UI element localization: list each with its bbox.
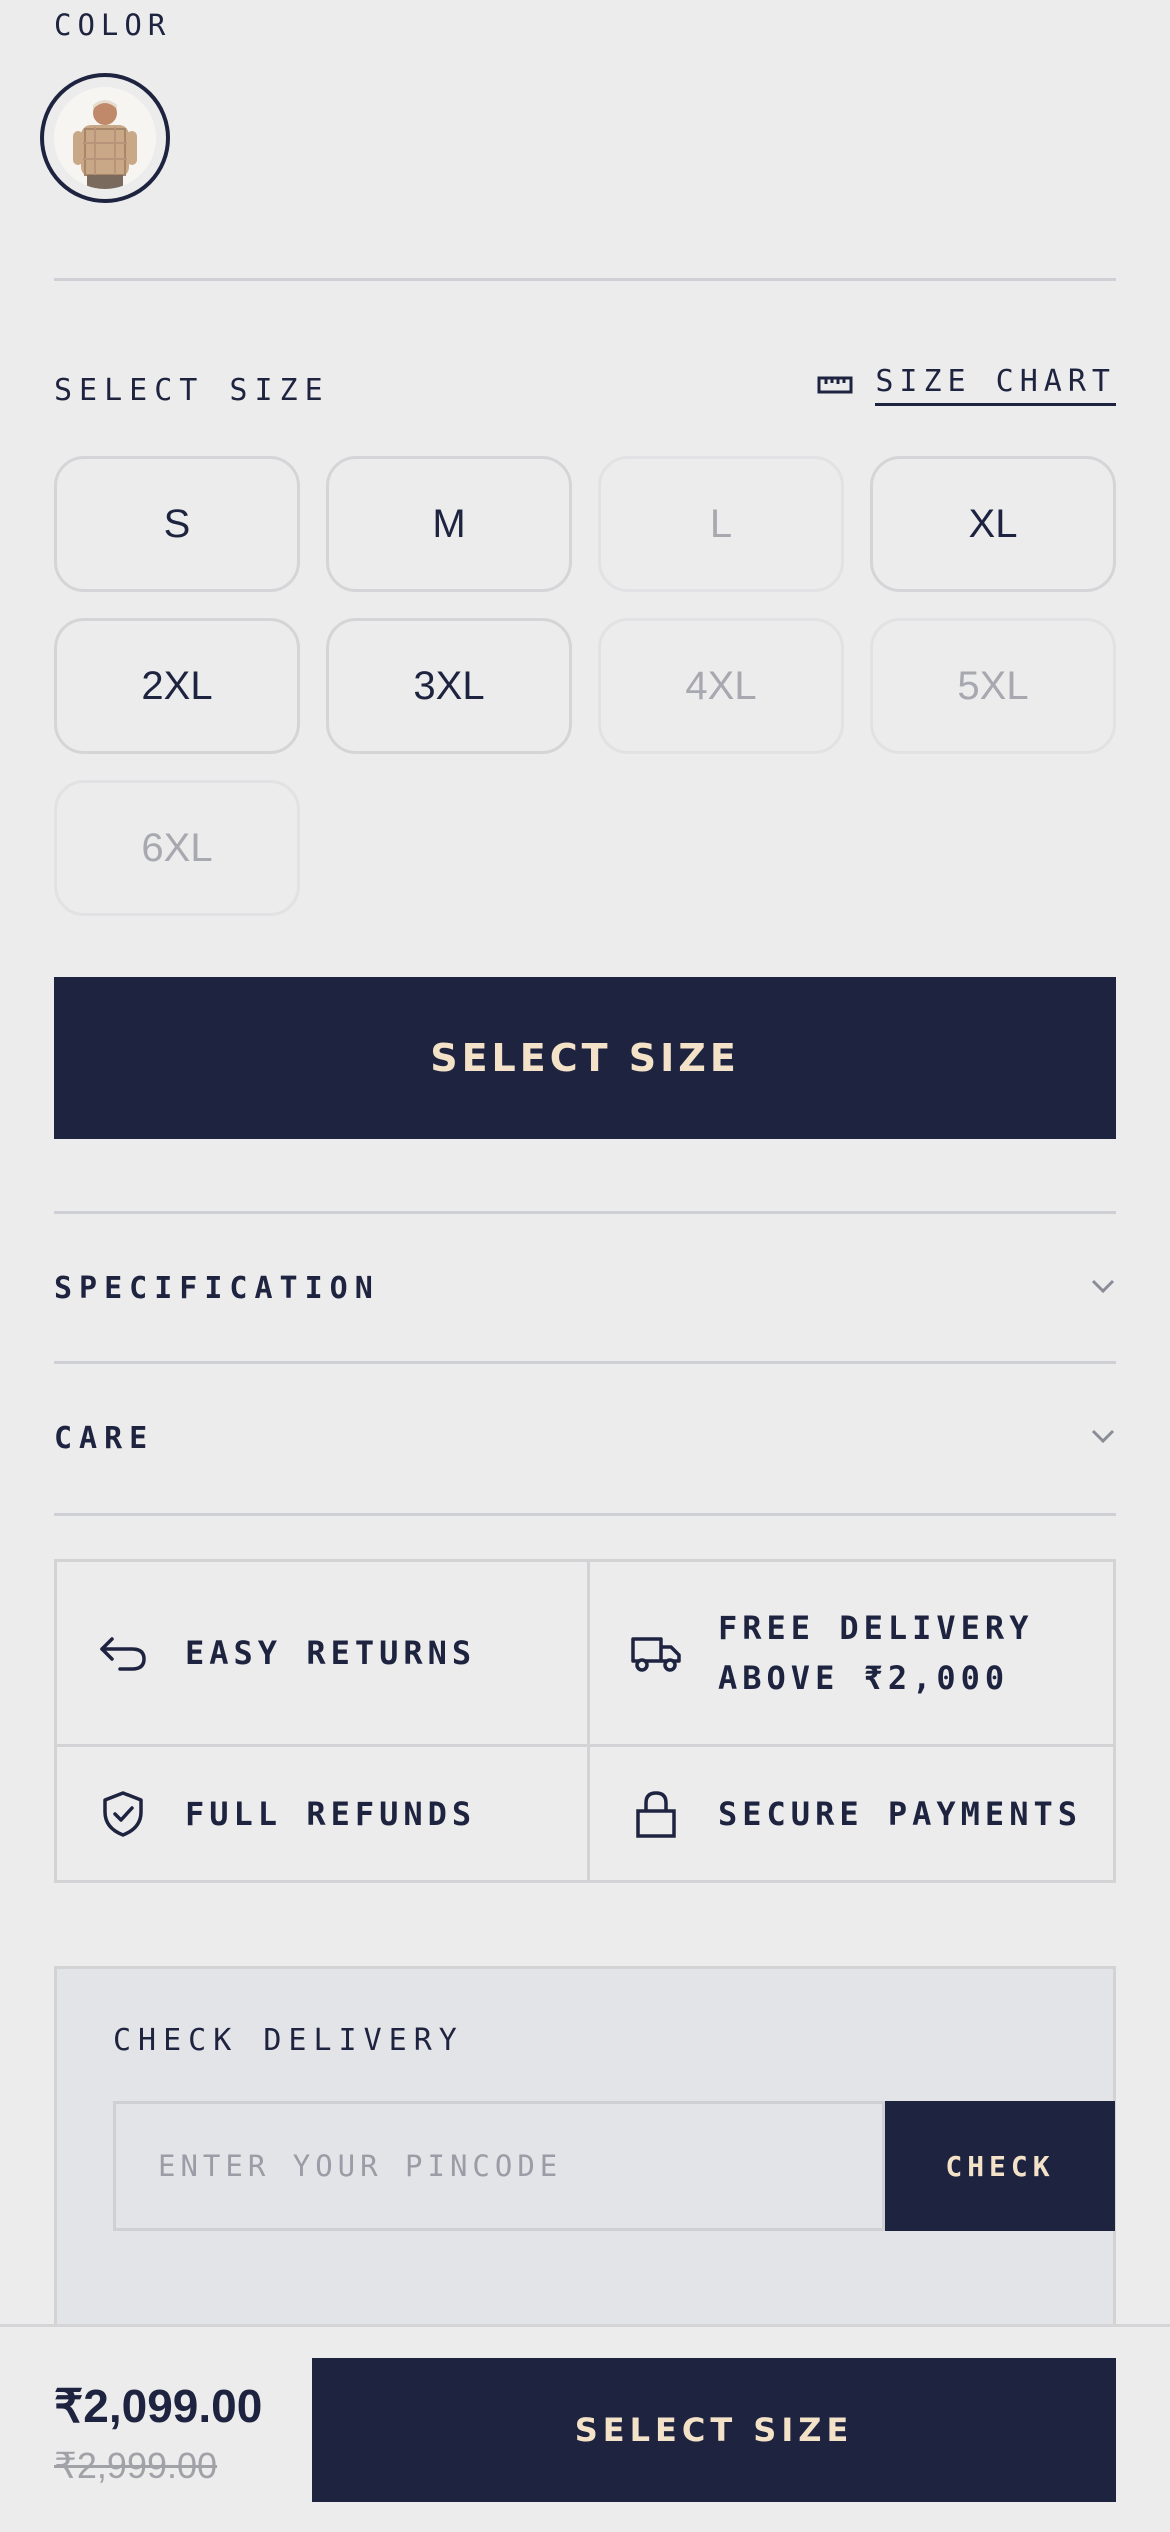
- color-swatch-selected[interactable]: [40, 73, 170, 203]
- pincode-input[interactable]: [113, 2101, 885, 2231]
- feature-label: EASY RETURNS: [185, 1634, 477, 1672]
- size-option[interactable]: 3XL: [326, 618, 572, 754]
- feature-easy-returns: EASY RETURNS: [57, 1562, 587, 1744]
- size-option[interactable]: 2XL: [54, 618, 300, 754]
- feature-label-line: ABOVE ₹2,000: [718, 1659, 1010, 1697]
- check-delivery-title: CHECK DELIVERY: [113, 2023, 464, 2058]
- feature-grid: EASY RETURNS FREE DELIVERY ABOVE ₹2,000: [54, 1559, 1116, 1883]
- return-arrow-icon: [97, 1627, 149, 1679]
- size-option-unavailable: L: [598, 456, 844, 592]
- chevron-down-icon: [1090, 1278, 1116, 1298]
- size-option-unavailable: 5XL: [870, 618, 1116, 754]
- feature-label-line: FREE DELIVERY: [718, 1609, 1034, 1647]
- size-option[interactable]: S: [54, 456, 300, 592]
- feature-label: SECURE PAYMENTS: [718, 1794, 1082, 1833]
- feature-secure-payments: SECURE PAYMENTS: [587, 1744, 1116, 1880]
- color-label: COLOR: [54, 8, 172, 42]
- size-option-unavailable: 6XL: [54, 780, 300, 916]
- model-figure-icon: [73, 100, 137, 189]
- divider: [54, 278, 1116, 281]
- product-thumbnail: [54, 87, 156, 189]
- feature-free-delivery: FREE DELIVERY ABOVE ₹2,000: [587, 1562, 1116, 1744]
- product-detail-page: COLOR SELECT SIZE SIZE CHART S M L XL 2X…: [0, 0, 1170, 2532]
- size-options: S M L XL 2XL 3XL 4XL 5XL 6XL: [54, 456, 1116, 916]
- feature-label: FREE DELIVERY ABOVE ₹2,000: [718, 1603, 1033, 1703]
- size-option[interactable]: M: [326, 456, 572, 592]
- size-option-unavailable: 4XL: [598, 618, 844, 754]
- accordion-specification[interactable]: SPECIFICATION: [54, 1213, 1116, 1363]
- size-chart-label: SIZE CHART: [875, 364, 1116, 406]
- ruler-icon: [817, 373, 853, 397]
- divider: [54, 1513, 1116, 1516]
- feature-full-refunds: FULL REFUNDS: [57, 1744, 587, 1880]
- size-chart-link[interactable]: SIZE CHART: [817, 364, 1116, 406]
- size-option[interactable]: XL: [870, 456, 1116, 592]
- original-price: ₹2,999.00: [54, 2445, 218, 2486]
- check-pincode-button[interactable]: CHECK: [885, 2101, 1115, 2231]
- accordion-label: SPECIFICATION: [54, 1270, 380, 1306]
- accordion-label: CARE: [54, 1420, 155, 1456]
- shield-check-icon: [97, 1788, 149, 1840]
- chevron-down-icon: [1090, 1428, 1116, 1448]
- sale-price: ₹2,099.00: [54, 2380, 263, 2432]
- sticky-bottom-bar: ₹2,099.00 ₹2,999.00 SELECT SIZE: [0, 2324, 1170, 2532]
- accordion-care[interactable]: CARE: [54, 1363, 1116, 1513]
- feature-label: FULL REFUNDS: [185, 1794, 477, 1833]
- lock-icon: [630, 1788, 682, 1840]
- select-size-sticky-button[interactable]: SELECT SIZE: [312, 2358, 1116, 2502]
- select-size-heading: SELECT SIZE: [54, 373, 330, 408]
- select-size-button[interactable]: SELECT SIZE: [54, 977, 1116, 1139]
- truck-icon: [630, 1627, 682, 1679]
